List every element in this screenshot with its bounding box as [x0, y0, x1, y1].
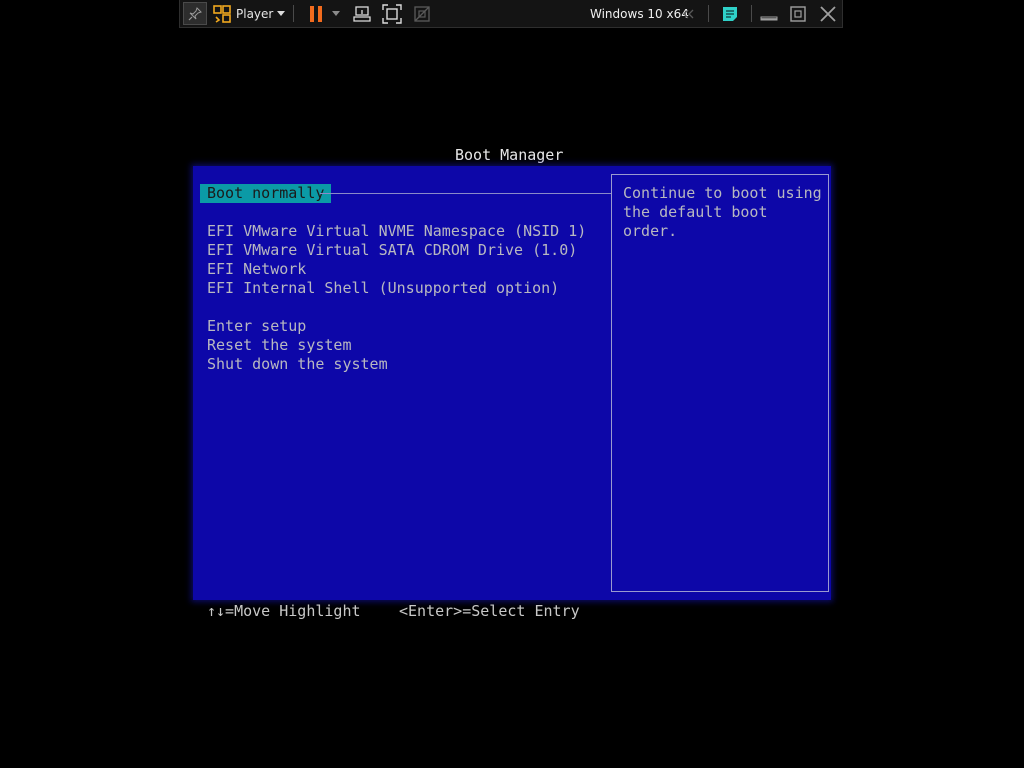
boot-option-boot-normally[interactable]: Boot normally — [200, 184, 332, 203]
boot-manager-title: Boot Manager — [455, 146, 564, 164]
boot-manager-panel: Boot normally EFI VMware Virtual NVME Na… — [193, 166, 831, 600]
boot-option-nvme[interactable]: EFI VMware Virtual NVME Namespace (NSID … — [207, 222, 586, 241]
pause-icon — [310, 5, 322, 22]
close-icon — [820, 5, 836, 22]
message-log-icon — [723, 6, 737, 21]
minimize-button[interactable] — [758, 0, 780, 27]
vmware-toolbar: Player Windows 10 x64 — [179, 0, 843, 28]
unity-button[interactable] — [411, 0, 433, 27]
selection-line — [320, 193, 611, 194]
boot-option-sata-cdrom[interactable]: EFI VMware Virtual SATA CDROM Drive (1.0… — [207, 241, 577, 260]
menu-item-shut-down[interactable]: Shut down the system — [207, 355, 388, 374]
minimize-icon — [760, 16, 778, 20]
toolbar-separator — [751, 5, 752, 22]
player-logo-icon — [213, 4, 231, 23]
dropdown-arrow-icon — [277, 11, 285, 16]
boot-option-network[interactable]: EFI Network — [207, 260, 306, 279]
send-ctrl-alt-del-icon — [353, 5, 371, 22]
restore-icon — [790, 5, 806, 22]
help-text: Continue to boot using the default boot … — [623, 184, 822, 240]
move-highlight-hint: ↑↓=Move Highlight — [207, 602, 361, 620]
fit-guest-icon — [382, 3, 402, 24]
close-button[interactable] — [817, 0, 839, 27]
pause-button[interactable] — [305, 0, 327, 27]
send-ctrl-alt-del-button[interactable] — [351, 0, 373, 27]
message-log-button[interactable] — [719, 0, 741, 27]
select-entry-hint: <Enter>=Select Entry — [399, 602, 580, 620]
menu-item-reset-system[interactable]: Reset the system — [207, 336, 352, 355]
pin-icon — [188, 6, 202, 20]
fit-guest-button[interactable] — [380, 0, 404, 27]
player-menu-label[interactable]: Player — [236, 0, 273, 27]
player-dropdown[interactable] — [274, 0, 288, 27]
pin-toolbar-button[interactable] — [183, 2, 207, 25]
unity-icon — [414, 5, 430, 22]
menu-item-enter-setup[interactable]: Enter setup — [207, 317, 306, 336]
toolbar-separator — [708, 5, 709, 22]
vm-name: Windows 10 x64 — [590, 6, 689, 21]
restore-button[interactable] — [787, 0, 809, 27]
toolbar-separator — [293, 5, 294, 22]
power-dropdown[interactable] — [329, 0, 343, 27]
help-panel: Continue to boot using the default boot … — [611, 174, 829, 592]
collapse-toolbar-button[interactable] — [680, 0, 696, 27]
boot-option-internal-shell[interactable]: EFI Internal Shell (Unsupported option) — [207, 279, 559, 298]
player-menu-button[interactable] — [211, 0, 233, 27]
dropdown-arrow-icon — [332, 11, 340, 16]
collapse-icon — [683, 9, 694, 18]
